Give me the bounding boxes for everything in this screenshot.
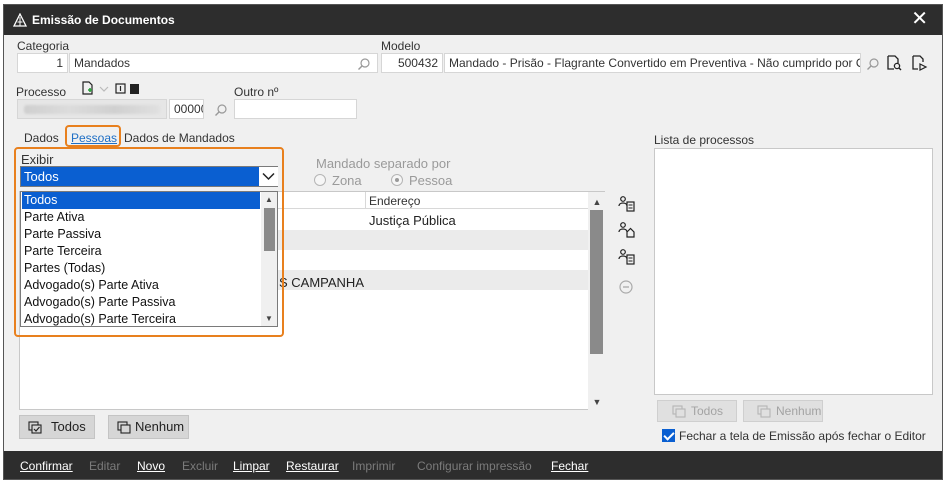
configurar-impressao-label: Configurar impressão	[417, 459, 532, 473]
modelo-label: Modelo	[381, 39, 421, 53]
confirmar-label: Confirmar	[20, 459, 73, 473]
check-list-icon	[672, 405, 686, 418]
column-endereco: Endereço	[369, 194, 421, 208]
restaurar-button[interactable]: Restaurar	[286, 459, 339, 473]
mandado-separado-label: Mandado separado por	[316, 156, 451, 171]
tab-highlight	[65, 125, 121, 147]
fechar-tela-checkbox[interactable]	[662, 429, 675, 442]
modelo-name-field[interactable]: Mandado - Prisão - Flagrante Convertido …	[444, 53, 861, 73]
lista-processos-panel	[654, 148, 933, 395]
chevron-down-icon[interactable]	[99, 85, 109, 93]
remove-icon[interactable]	[618, 279, 634, 295]
info-document-icon[interactable]	[115, 83, 127, 95]
uncheck-list-icon	[757, 405, 771, 418]
editar-button[interactable]: Editar	[89, 459, 120, 473]
document-search-icon[interactable]	[885, 54, 903, 72]
select-none-button[interactable]: Nenhum	[108, 415, 189, 439]
imprimir-label: Imprimir	[352, 459, 396, 473]
search-icon[interactable]	[357, 57, 371, 71]
row-endereco: Justiça Pública	[369, 213, 456, 228]
window-title: Emissão de Documentos	[32, 13, 175, 27]
lista-select-none-label: Nenhum	[776, 404, 822, 418]
add-person-copy-icon[interactable]	[618, 195, 636, 213]
select-all-button[interactable]: Todos	[19, 415, 95, 439]
limpar-button[interactable]: Limpar	[233, 459, 270, 473]
lista-select-all-button[interactable]: Todos	[657, 400, 737, 422]
title-bar: Emissão de Documentos ✕	[4, 5, 942, 35]
radio-zona-label: Zona	[332, 173, 362, 188]
tab-dados-de-mandados[interactable]: Dados de Mandados	[124, 131, 235, 145]
excluir-label: Excluir	[182, 459, 219, 473]
scroll-down-icon[interactable]: ▼	[590, 397, 604, 407]
fechar-button[interactable]: Fechar	[551, 459, 588, 473]
outro-numero-field[interactable]	[234, 99, 357, 119]
app-logo-icon	[13, 13, 27, 27]
uncheck-list-icon	[117, 421, 131, 434]
new-document-icon[interactable]	[81, 81, 95, 95]
dropdown-highlight	[14, 147, 284, 337]
imprimir-button[interactable]: Imprimir	[352, 459, 395, 473]
categoria-name-field[interactable]: Mandados	[69, 53, 378, 73]
close-icon[interactable]: ✕	[911, 9, 928, 29]
footer-toolbar: Confirmar Editar Novo Excluir Limpar Res…	[4, 451, 942, 479]
lista-select-all-label: Todos	[691, 404, 724, 418]
radio-zona[interactable]	[314, 174, 326, 186]
editar-label: Editar	[89, 459, 121, 473]
fechar-label: Fechar	[551, 459, 589, 473]
lista-select-none-button[interactable]: Nenhum	[743, 400, 823, 422]
person-list-icon[interactable]	[618, 248, 636, 266]
processo-number-field[interactable]	[17, 99, 167, 119]
outro-numero-label: Outro nº	[234, 85, 279, 99]
modelo-code-field[interactable]: 500432	[381, 53, 443, 73]
emissao-dialog: Emissão de Documentos ✕ Categoria 1 Mand…	[3, 4, 943, 480]
categoria-label: Categoria	[17, 39, 70, 53]
document-preview-icon[interactable]	[910, 54, 928, 72]
excluir-button[interactable]: Excluir	[182, 459, 218, 473]
configurar-impressao-button[interactable]: Configurar impressão	[417, 459, 532, 473]
restaurar-label: Restaurar	[286, 459, 339, 473]
novo-button[interactable]: Novo	[137, 459, 165, 473]
limpar-label: Limpar	[233, 459, 270, 473]
categoria-code-field[interactable]: 1	[17, 53, 68, 73]
processo-suffix-field[interactable]: 00000	[169, 99, 204, 119]
fechar-tela-label: Fechar a tela de Emissão após fechar o E…	[679, 429, 926, 443]
radio-pessoa-label: Pessoa	[409, 173, 453, 188]
novo-label: Novo	[137, 459, 166, 473]
select-all-label: Todos	[51, 419, 86, 434]
search-icon[interactable]	[866, 57, 880, 71]
tab-dados[interactable]: Dados	[24, 131, 59, 145]
search-icon[interactable]	[214, 103, 228, 117]
scroll-thumb[interactable]	[590, 210, 603, 354]
radio-pessoa[interactable]	[391, 174, 403, 186]
confirmar-button[interactable]: Confirmar	[20, 459, 73, 473]
stop-icon[interactable]	[130, 84, 139, 94]
lista-processos-label: Lista de processos	[654, 133, 755, 147]
row-name-fragment: S CAMPANHA	[279, 275, 364, 290]
select-none-label: Nenhum	[135, 419, 185, 434]
check-list-icon	[28, 421, 42, 434]
processo-label: Processo	[16, 85, 67, 99]
scroll-up-icon[interactable]: ▲	[590, 197, 604, 207]
person-address-icon[interactable]	[618, 221, 636, 239]
